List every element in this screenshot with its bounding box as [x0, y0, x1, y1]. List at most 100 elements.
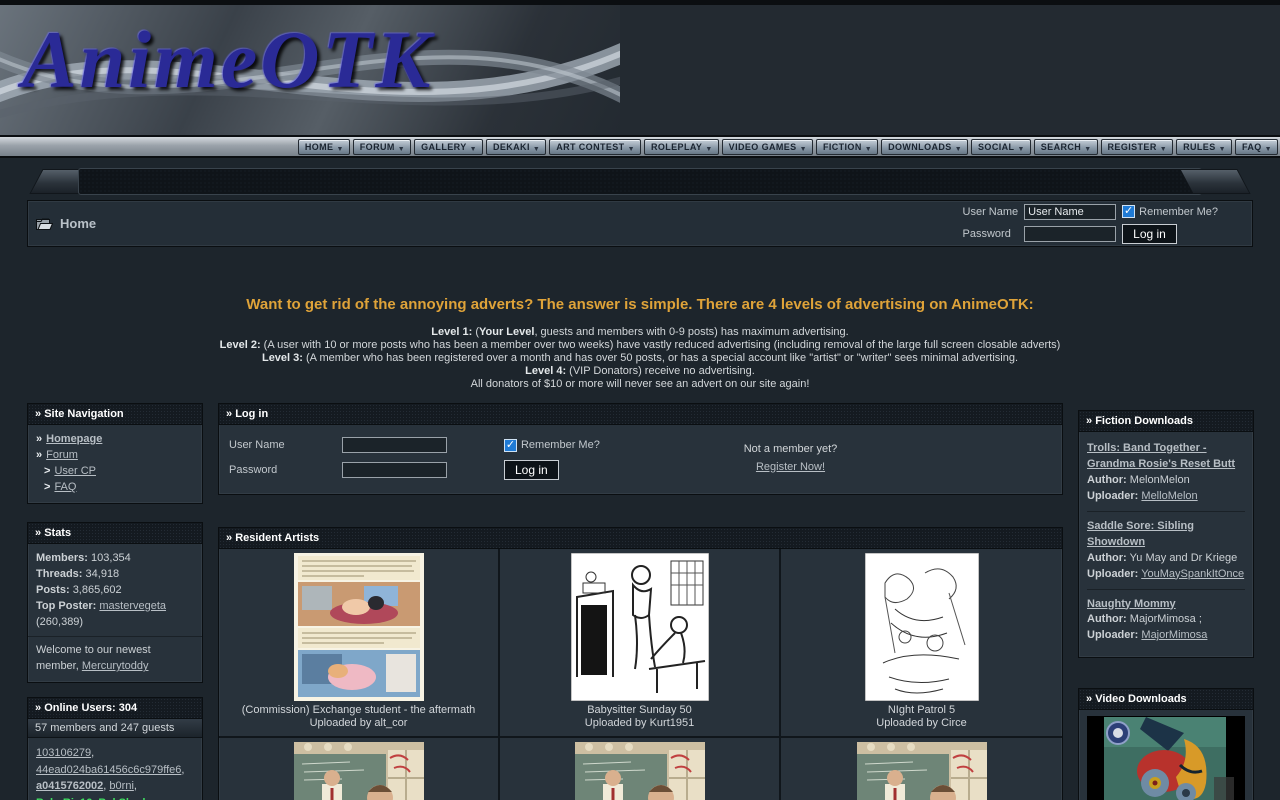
- stat-top-poster-count: (260,389): [36, 615, 194, 631]
- advert-level-4: Level 4: (VIP Donators) receive no adver…: [0, 365, 1280, 378]
- artist-thumbnail-sketch[interactable]: [571, 553, 709, 701]
- top-poster-link[interactable]: mastervegeta: [99, 600, 166, 612]
- nav-dekaki[interactable]: DEKAKI▼: [486, 139, 546, 155]
- nav-search[interactable]: SEARCH▼: [1034, 139, 1098, 155]
- register-now-link[interactable]: Register Now!: [756, 461, 825, 473]
- password-input[interactable]: [342, 462, 447, 478]
- artist-thumbnail-sketch[interactable]: [865, 553, 979, 701]
- sidebar-item-forum[interactable]: »Forum: [36, 448, 194, 464]
- login-panel: Log in User Name Remember Me? Password L…: [218, 403, 1063, 495]
- username-input[interactable]: [342, 437, 447, 453]
- artist-cell: Babysitter Sunday 50 Uploaded by Kurt195…: [500, 549, 781, 736]
- fiction-item: Naughty Mommy Author: MajorMimosa ; Uplo…: [1087, 589, 1245, 651]
- nav-fiction[interactable]: FICTION▼: [816, 139, 878, 155]
- online-user-link[interactable]: 44ead024ba61456c6c979ffe6: [36, 764, 181, 776]
- stats-panel: Stats Members: 103,354 Threads: 34,918 P…: [27, 522, 203, 684]
- fiction-author: Author: Yu May and Dr Kriege: [1087, 551, 1245, 567]
- uploader-link[interactable]: MajorMimosa: [1141, 629, 1207, 641]
- login-form: User Name Remember Me? Password Log in: [229, 437, 649, 480]
- chevron-down-icon: ▼: [1219, 146, 1226, 154]
- nav-social[interactable]: SOCIAL▼: [971, 139, 1031, 155]
- sidebar-item-homepage[interactable]: »Homepage: [36, 432, 194, 448]
- remember-me-checkbox[interactable]: [1122, 205, 1135, 218]
- uploader-link[interactable]: YouMaySpankItOnce: [1141, 568, 1244, 580]
- video-thumbnail[interactable]: [1088, 717, 1244, 800]
- remember-me-label: Remember Me?: [521, 439, 600, 451]
- online-user-link[interactable]: a0415762002: [36, 780, 103, 792]
- username-label: User Name: [229, 439, 334, 451]
- resident-artists-header: Resident Artists: [219, 528, 1062, 549]
- header-login-form: User Name Remember Me? Password Log in: [963, 204, 1244, 244]
- login-button[interactable]: Log in: [504, 460, 559, 480]
- stat-posts: Posts: 3,865,602: [36, 583, 194, 599]
- video-downloads-panel: Video Downloads Tu Seras: [1078, 688, 1254, 800]
- page-header-bar: Home User Name Remember Me? Password Log…: [27, 200, 1253, 247]
- artist-thumbnail-photo[interactable]: [857, 742, 987, 800]
- site-navigation-panel: Site Navigation »Homepage »Forum >User C…: [27, 403, 203, 504]
- nav-rules[interactable]: RULES▼: [1176, 139, 1232, 155]
- header-username-input[interactable]: [1024, 204, 1116, 220]
- newest-member-link[interactable]: Mercurytoddy: [82, 660, 149, 672]
- chevron-down-icon: ▼: [628, 146, 635, 154]
- sidebar-item-faq[interactable]: >FAQ: [36, 480, 194, 496]
- chevron-down-icon: ▼: [1084, 146, 1091, 154]
- artwork-title[interactable]: Babysitter Sunday 50: [504, 704, 775, 717]
- nav-forum[interactable]: FORUM▼: [353, 139, 411, 155]
- artist-thumbnail-photo[interactable]: [294, 742, 424, 800]
- fiction-author: Author: MelonMelon: [1087, 473, 1245, 489]
- online-users-panel: Online Users: 304 57 members and 247 gue…: [27, 697, 203, 800]
- username-label: User Name: [963, 206, 1019, 218]
- fiction-author: Author: MajorMimosa ;: [1087, 612, 1245, 628]
- artwork-title[interactable]: (Commission) Exchange student - the afte…: [223, 704, 494, 717]
- register-prompt: Not a member yet? Register Now!: [649, 437, 1052, 480]
- chevron-down-icon: ▼: [336, 146, 343, 154]
- newest-member-welcome: Welcome to our newest member, Mercurytod…: [36, 643, 194, 675]
- band-right-cap: [1179, 169, 1250, 194]
- nav-register[interactable]: REGISTER▼: [1101, 139, 1174, 155]
- video-downloads-header: Video Downloads: [1079, 689, 1253, 710]
- not-member-text: Not a member yet?: [649, 441, 932, 459]
- header-password-input[interactable]: [1024, 226, 1116, 242]
- nav-downloads[interactable]: DOWNLOADS▼: [881, 139, 968, 155]
- artist-caption: NIght Patrol 5 Uploaded by Circe: [785, 704, 1058, 730]
- site-logo[interactable]: AnimeOTK: [22, 13, 433, 107]
- chevron-down-icon: ▼: [1160, 146, 1167, 154]
- nav-home[interactable]: HOME▼: [298, 139, 350, 155]
- online-users-list: 103106279 44ead024ba61456c6c979ffe6 a041…: [28, 738, 202, 800]
- nav-roleplay[interactable]: ROLEPLAY▼: [644, 139, 719, 155]
- sidebar-item-user-cp[interactable]: >User CP: [36, 464, 194, 480]
- advert-level-1: Level 1: (Your Level, guests and members…: [0, 326, 1280, 339]
- artist-caption: Babysitter Sunday 50 Uploaded by Kurt195…: [504, 704, 775, 730]
- artist-thumbnail-photo[interactable]: [575, 742, 705, 800]
- fiction-uploader: Uploader: MajorMimosa: [1087, 628, 1245, 644]
- remember-me-label: Remember Me?: [1139, 206, 1218, 218]
- breadcrumb: Home: [36, 216, 96, 231]
- fiction-title-link[interactable]: Trolls: Band Together - Grandma Rosie's …: [1087, 442, 1235, 470]
- header-login-button[interactable]: Log in: [1122, 224, 1177, 244]
- advert-level-2: Level 2: (A user with 10 or more posts w…: [0, 339, 1280, 352]
- nav-gallery[interactable]: GALLERY▼: [414, 139, 483, 155]
- uploader-link[interactable]: MelloMelon: [1141, 490, 1197, 502]
- band-center: [78, 168, 1202, 195]
- fiction-uploader: Uploader: YouMaySpankItOnce: [1087, 567, 1245, 583]
- nav-art-contest[interactable]: ART CONTEST▼: [549, 139, 641, 155]
- artwork-title[interactable]: NIght Patrol 5: [785, 704, 1058, 717]
- remember-me-checkbox[interactable]: [504, 439, 517, 452]
- chevron-down-icon: ▼: [533, 146, 540, 154]
- page-title: Home: [60, 216, 96, 231]
- artist-cell: [500, 736, 781, 800]
- fiction-downloads-panel: Fiction Downloads Trolls: Band Together …: [1078, 410, 1254, 658]
- folder-icon: [36, 217, 53, 231]
- artist-thumbnail-comic[interactable]: [294, 553, 424, 701]
- nav-faq[interactable]: FAQ▼: [1235, 139, 1278, 155]
- online-user-link[interactable]: b0rni: [109, 780, 133, 792]
- fiction-item: Saddle Sore: Sibling Showdown Author: Yu…: [1087, 511, 1245, 589]
- artist-cell: NIght Patrol 5 Uploaded by Circe: [781, 549, 1062, 736]
- banner-artwork: AnimeOTK: [0, 5, 620, 135]
- online-users-subtitle: 57 members and 247 guests: [28, 719, 202, 738]
- nav-video-games[interactable]: VIDEO GAMES▼: [722, 139, 813, 155]
- stat-top-poster: Top Poster: mastervegeta: [36, 599, 194, 615]
- fiction-title-link[interactable]: Naughty Mommy: [1087, 598, 1176, 610]
- fiction-title-link[interactable]: Saddle Sore: Sibling Showdown: [1087, 520, 1194, 548]
- online-user-link[interactable]: 103106279: [36, 747, 91, 759]
